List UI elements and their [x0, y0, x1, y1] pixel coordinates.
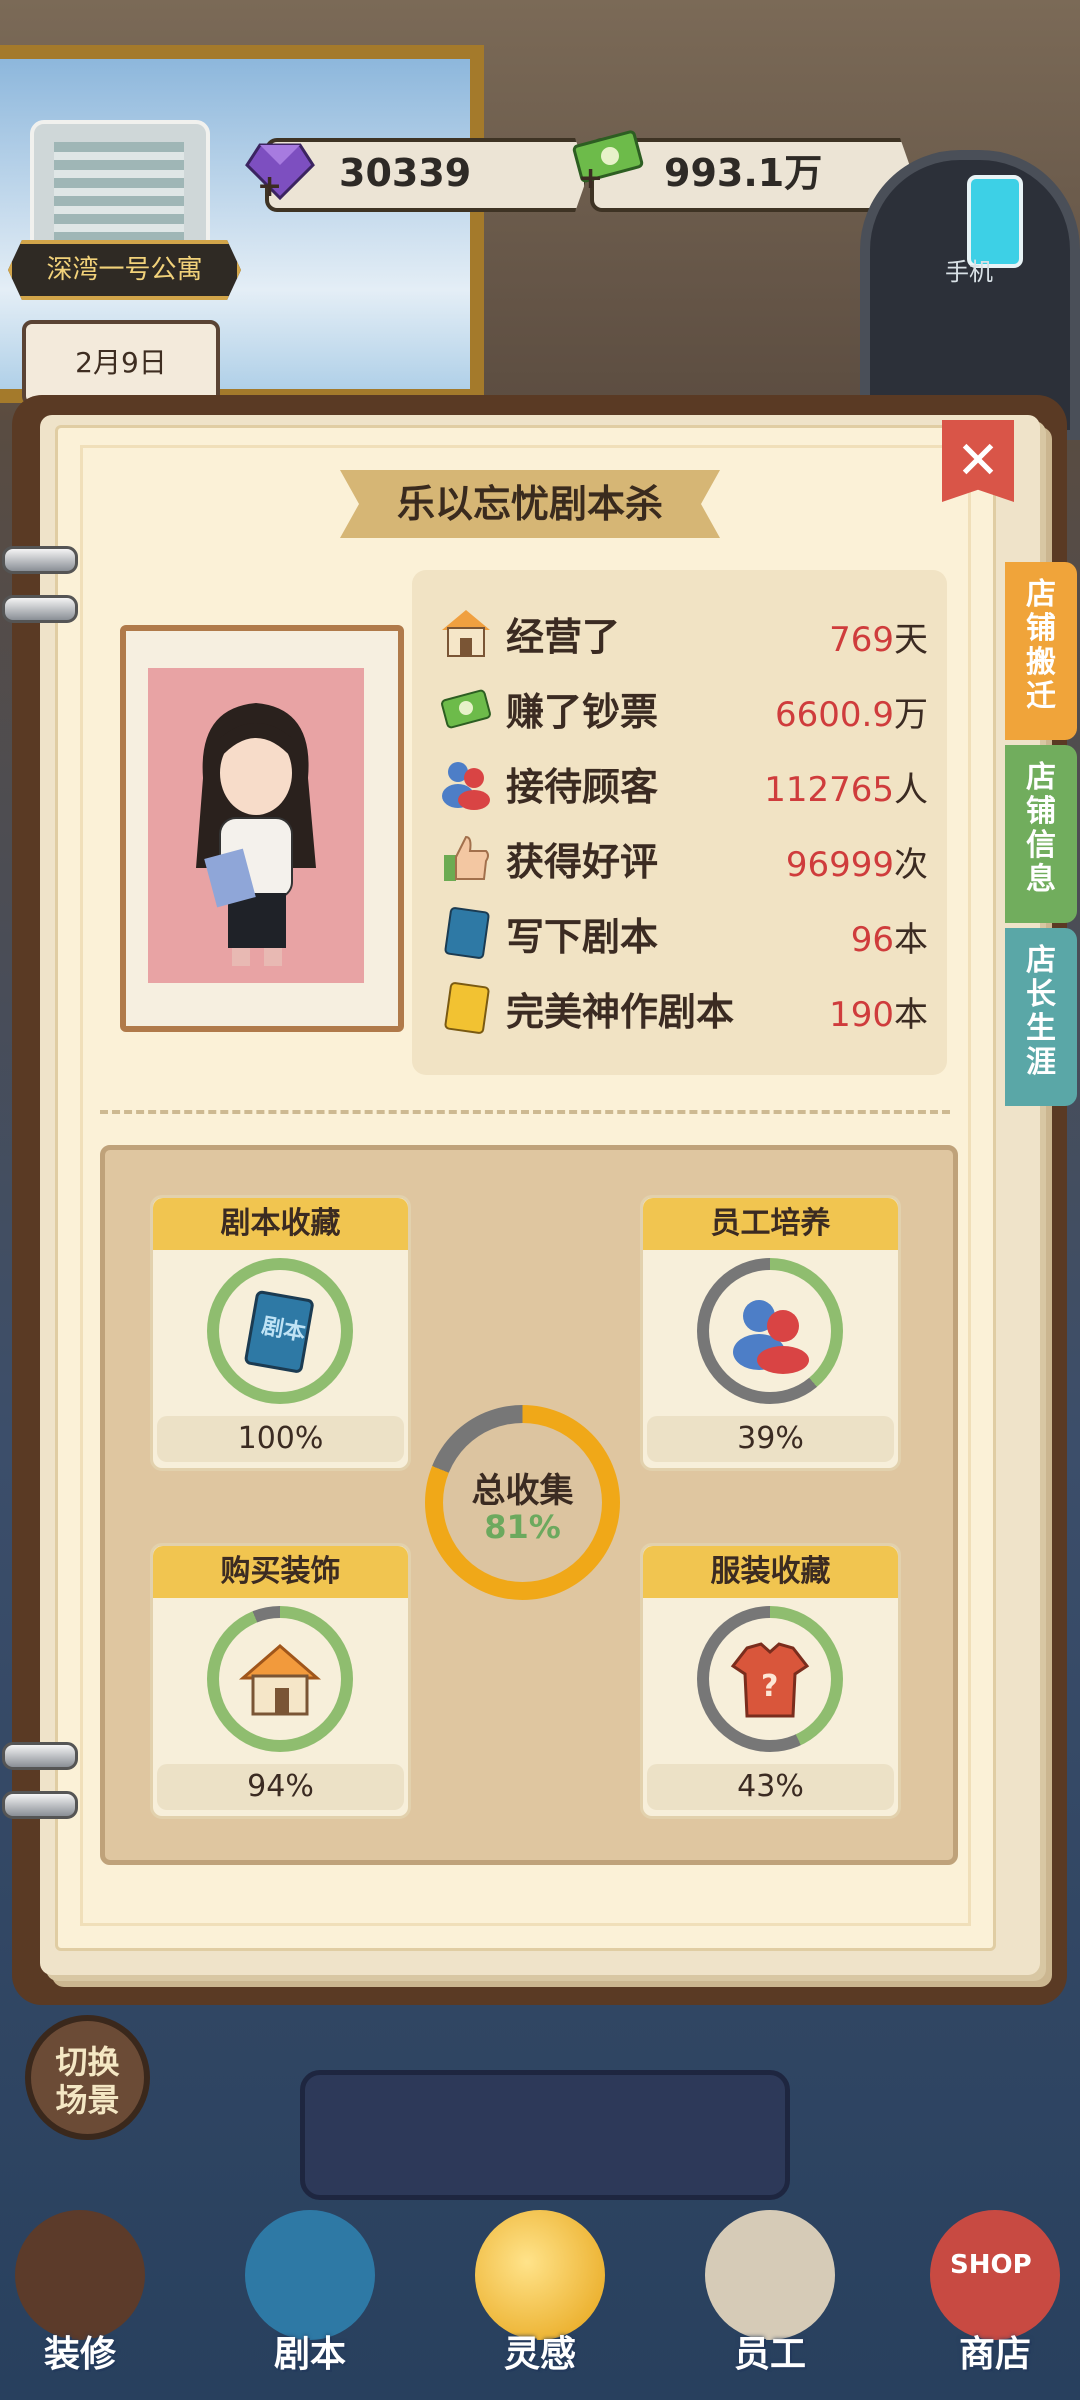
stat-row-reviews: 获得好评 96999次 — [438, 823, 928, 893]
svg-text:+: + — [578, 161, 603, 190]
svg-text:+: + — [257, 169, 282, 200]
nav-inspiration[interactable]: 灵感 — [460, 2200, 620, 2400]
customers-icon — [442, 762, 490, 810]
binder-ring — [2, 546, 78, 574]
manager-avatar — [196, 703, 316, 966]
stat-label: 接待顾客 — [506, 765, 659, 809]
binder-ring — [2, 595, 78, 623]
binder-ring — [2, 1791, 78, 1819]
card-title: 剧本收藏 — [153, 1198, 408, 1250]
tab-store-relocation[interactable]: 店铺搬迁 — [1005, 562, 1077, 740]
nav-label: 灵感 — [503, 2334, 576, 2375]
stat-row-masterpieces: 完美神作剧本 190本 — [438, 973, 928, 1043]
collection-card-scripts[interactable]: 剧本收藏 剧本 100% — [150, 1195, 411, 1471]
stat-value: 190 — [829, 995, 894, 1035]
cash-icon — [441, 689, 491, 729]
gold-script-icon — [444, 982, 490, 1034]
stat-unit: 人 — [894, 770, 928, 810]
stat-label: 经营了 — [506, 615, 621, 659]
nav-shop[interactable]: SHOP 商店 — [915, 2200, 1075, 2400]
tab-manager-career[interactable]: 店长生涯 — [1005, 928, 1077, 1106]
stat-row-earnings: 赚了钞票 6600.9万 — [438, 673, 928, 743]
nav-label: 剧本 — [273, 2334, 346, 2375]
stat-unit: 万 — [894, 695, 928, 735]
shop-icon — [442, 610, 490, 657]
shirt-icon: ? — [730, 1642, 810, 1718]
collection-card-outfits[interactable]: 服装收藏 ? 43% — [640, 1543, 901, 1819]
money-count: 993.1万 — [664, 151, 823, 195]
card-title: 购买装饰 — [153, 1546, 408, 1598]
total-collection-ring[interactable]: 总收集 81% — [425, 1405, 620, 1600]
section-divider — [100, 1110, 950, 1114]
script-book-icon — [245, 2210, 375, 2340]
svg-text:?: ? — [761, 1669, 778, 1704]
thumbs-up-icon — [444, 835, 489, 881]
cash-icon: + — [572, 130, 644, 190]
stat-row-scripts: 写下剧本 96本 — [438, 898, 928, 968]
stat-value: 6600.9 — [775, 695, 894, 735]
stat-value: 96999 — [785, 845, 894, 885]
card-percent: 39% — [647, 1416, 894, 1462]
shop-sign: SHOP — [950, 2250, 1032, 2280]
stage-platform — [300, 2070, 790, 2200]
lightbulb-icon — [475, 2210, 605, 2340]
nav-staff[interactable]: 员工 — [690, 2200, 850, 2400]
stat-row-days: 经营了 769天 — [438, 598, 928, 668]
stat-label: 写下剧本 — [506, 915, 659, 959]
script-book-icon — [444, 907, 490, 959]
nav-label: 装修 — [43, 2334, 116, 2375]
nav-renovate[interactable]: 装修 — [0, 2200, 160, 2400]
renovate-icon — [15, 2210, 145, 2340]
collection-card-decor[interactable]: 购买装饰 94% — [150, 1543, 411, 1819]
stat-value: 96 — [850, 920, 894, 960]
switch-scene-button[interactable]: 切换场景 — [25, 2015, 150, 2140]
tab-label: 店铺搬迁 — [1026, 577, 1056, 714]
close-icon: ✕ — [956, 431, 1000, 491]
nav-scripts[interactable]: 剧本 — [230, 2200, 390, 2400]
card-percent: 43% — [647, 1764, 894, 1810]
stat-value: 769 — [829, 620, 894, 660]
stat-unit: 本 — [894, 995, 928, 1035]
date-label: 2月9日 — [22, 320, 220, 406]
gem-icon: + — [245, 143, 315, 200]
stat-unit: 本 — [894, 920, 928, 960]
gem-count: 30339 — [339, 151, 472, 195]
nav-label: 商店 — [958, 2334, 1031, 2375]
shop-icon: SHOP — [930, 2210, 1060, 2340]
tab-label: 店铺信息 — [1026, 760, 1056, 897]
script-book-icon: 剧本 — [244, 1290, 314, 1373]
stat-value: 112765 — [764, 770, 894, 810]
stat-row-customers: 接待顾客 112765人 — [438, 748, 928, 818]
location-label[interactable]: 深湾一号公寓 — [8, 240, 241, 300]
total-label: 总收集 — [471, 1471, 574, 1511]
stat-label: 获得好评 — [506, 840, 659, 884]
tab-label: 店长生涯 — [1026, 943, 1056, 1080]
total-percent: 81% — [484, 1508, 561, 1546]
card-percent: 100% — [157, 1416, 404, 1462]
stat-unit: 天 — [894, 620, 928, 660]
switch-scene-label: 切换场景 — [55, 2043, 120, 2119]
house-icon — [238, 1644, 322, 1716]
nav-label: 员工 — [733, 2334, 806, 2375]
card-percent: 94% — [157, 1764, 404, 1810]
id-card-icon — [705, 2210, 835, 2340]
binder-ring — [2, 1742, 78, 1770]
store-title: 乐以忘忧剧本杀 — [340, 470, 720, 538]
stat-label: 完美神作剧本 — [506, 990, 735, 1034]
stat-unit: 次 — [894, 845, 928, 885]
collection-card-staff[interactable]: 员工培养 39% — [640, 1195, 901, 1471]
staff-icon — [733, 1300, 809, 1374]
card-title: 员工培养 — [643, 1198, 898, 1250]
phone-label[interactable]: 手机 — [945, 252, 993, 287]
stat-label: 赚了钞票 — [506, 690, 659, 734]
portrait — [148, 668, 364, 983]
card-title: 服装收藏 — [643, 1546, 898, 1598]
apartment-thumbnail[interactable] — [30, 120, 210, 258]
tab-store-info[interactable]: 店铺信息 — [1005, 745, 1077, 923]
